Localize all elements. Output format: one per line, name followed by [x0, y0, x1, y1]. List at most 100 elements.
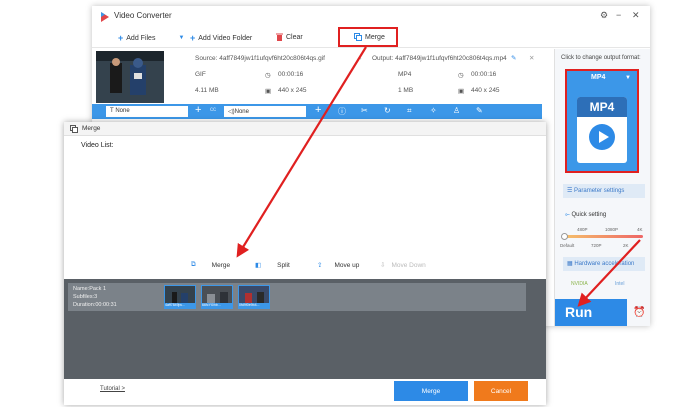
move-down-action-label: Move Down	[391, 261, 426, 269]
pack-row[interactable]: Name:Pack 1 Subfiles:3 Duration:00:00:31…	[68, 283, 526, 311]
source-filename: Source: 4aff7849jw1f1ufqvf6ht20c806t4qs.…	[195, 55, 325, 62]
output-filename: Output: 4aff7849jw1f1ufqvf6ht20c806t4qs.…	[372, 55, 507, 62]
settings-icon[interactable]: ⚙	[600, 10, 608, 21]
alarm-clock-icon[interactable]: ⏰	[633, 307, 645, 318]
tick-label: 1080P	[605, 227, 619, 232]
mp4-format-icon: MP4	[577, 97, 627, 163]
add-files-label: Add Files	[126, 34, 156, 42]
output-format-value: MP4	[591, 74, 606, 81]
video-list-label: Video List:	[81, 142, 114, 149]
watermark-icon[interactable]: ♙	[453, 106, 460, 115]
clear-button[interactable]: Clear	[276, 33, 303, 41]
hardware-acceleration-button[interactable]: ▦ Hardware acceleration	[563, 257, 645, 271]
add-subtitle-icon[interactable]: +	[195, 104, 201, 116]
pack-duration: Duration:00:00:31	[73, 302, 117, 308]
video-thumbnail[interactable]	[96, 51, 164, 103]
remove-file-icon[interactable]: ✕	[529, 54, 534, 62]
add-audio-icon[interactable]: +	[315, 104, 321, 116]
subtitle-value: None	[115, 108, 130, 114]
audio-value: None	[234, 109, 249, 115]
merge-action-button[interactable]: ⧉ Merge	[191, 261, 230, 269]
merge-dialog-footer: Tutorial > Merge Cancel	[64, 379, 546, 405]
pack-subfiles: Subfiles:3	[73, 294, 98, 300]
source-duration: 00:00:16	[278, 71, 304, 78]
output-format-hint: Click to change output format:	[561, 55, 641, 61]
intel-logo: Intel	[615, 281, 625, 287]
merge-dialog-titlebar: Merge	[64, 122, 546, 136]
cancel-label: Cancel	[490, 387, 512, 395]
quick-setting-text: Quick setting	[571, 212, 607, 218]
source-format: GIF	[195, 71, 206, 78]
merge-dialog-title: Merge	[82, 125, 101, 132]
merge-icon	[70, 125, 78, 133]
rotate-icon[interactable]: ↻	[384, 106, 391, 115]
tick-label: Default	[560, 243, 575, 248]
tick-label: 480P	[577, 227, 588, 232]
thumbnail-caption: 4aff7849jw...	[165, 303, 195, 308]
tick-label: 2K	[623, 243, 629, 248]
dropdown-arrow-icon[interactable]: ▼	[178, 35, 184, 41]
parameter-settings-label: Parameter settings	[574, 188, 625, 194]
mp4-icon-label: MP4	[577, 97, 627, 117]
cc-icon[interactable]: cc	[210, 107, 216, 113]
merge-action-label: Merge	[211, 261, 231, 269]
edit-icon[interactable]: ✎	[511, 54, 516, 62]
thumbnail-image	[96, 51, 164, 103]
parameter-settings-button[interactable]: ☰ Parameter settings	[563, 184, 645, 198]
output-format-dropdown[interactable]: MP4 ▼	[571, 74, 633, 86]
thumbnail-caption: 66fcYI0hb...	[202, 303, 232, 308]
resolution-icon: ▣	[458, 88, 465, 95]
source-size: 4.11 MB	[195, 87, 219, 94]
app-logo-icon	[101, 12, 109, 22]
add-video-folder-label: Add Video Folder	[198, 34, 253, 42]
file-info-row: Source: 4aff7849jw1f1ufqvf6ht20c806t4qs.…	[92, 49, 542, 105]
pack-thumbnail[interactable]: 4aff7849jw...	[164, 285, 196, 309]
run-button[interactable]: Run	[555, 299, 627, 326]
info-icon[interactable]: ⓘ	[338, 106, 346, 117]
effects-icon[interactable]: ✧	[430, 106, 437, 115]
merge-dialog: Merge Video List: ⧉ Merge ◧ Split ⇪ Move…	[64, 122, 546, 405]
subtitle-select[interactable]: T None	[106, 106, 188, 117]
trash-icon	[276, 33, 283, 41]
pack-thumbnail[interactable]: 0fd9f0e9b4...	[238, 285, 270, 309]
tick-label: 720P	[591, 243, 602, 248]
cut-icon[interactable]: ✂	[361, 106, 368, 115]
close-icon[interactable]: ✕	[632, 10, 640, 21]
hw-accel-label: Hardware acceleration	[574, 261, 635, 267]
play-icon	[589, 124, 615, 150]
merge-confirm-label: Merge	[421, 387, 441, 395]
move-up-icon: ⇪	[317, 262, 323, 269]
quality-slider[interactable]	[561, 233, 643, 240]
app-title: Video Converter	[114, 11, 172, 20]
slider-handle[interactable]	[561, 233, 568, 240]
edit-video-icon[interactable]: ✎	[476, 106, 483, 115]
clear-label: Clear	[286, 33, 303, 41]
output-format: MP4	[398, 71, 412, 78]
output-format-selector[interactable]: MP4 ▼ MP4	[565, 69, 639, 173]
add-files-button[interactable]: + Add Files ▼	[118, 33, 184, 43]
arrow-right-icon: →	[356, 55, 363, 62]
output-duration: 00:00:16	[471, 71, 497, 78]
minimize-icon[interactable]: −	[616, 10, 621, 20]
pack-thumbnail[interactable]: 66fcYI0hb...	[201, 285, 233, 309]
output-size: 1 MB	[398, 87, 414, 94]
plus-icon: +	[190, 33, 196, 43]
merge-highlight-box	[338, 27, 398, 47]
merge-confirm-button[interactable]: Merge	[394, 381, 468, 401]
crop-icon[interactable]: ⌗	[407, 106, 412, 116]
add-video-folder-button[interactable]: + Add Video Folder	[190, 33, 252, 43]
move-down-action-button[interactable]: ⇩ Move Down	[380, 261, 426, 270]
clock-icon: ◷	[265, 72, 271, 79]
pack-name: Name:Pack 1	[73, 286, 107, 292]
tutorial-link[interactable]: Tutorial >	[100, 386, 125, 392]
audio-select[interactable]: ◁)None	[224, 106, 306, 117]
resolution-icon: ▣	[265, 88, 272, 95]
split-action-label: Split	[277, 261, 290, 269]
nvidia-logo: NVIDIA	[571, 281, 588, 287]
move-up-action-button[interactable]: ⇪ Move up	[317, 261, 359, 270]
cancel-button[interactable]: Cancel	[474, 381, 528, 401]
edit-toolbar: T None + cc ◁)None + ⓘ ✂ ↻ ⌗ ✧ ♙ ✎	[92, 104, 542, 119]
split-action-button[interactable]: ◧ Split	[255, 261, 290, 270]
merge-icon: ⧉	[191, 261, 196, 268]
output-resolution: 440 x 245	[471, 87, 500, 94]
